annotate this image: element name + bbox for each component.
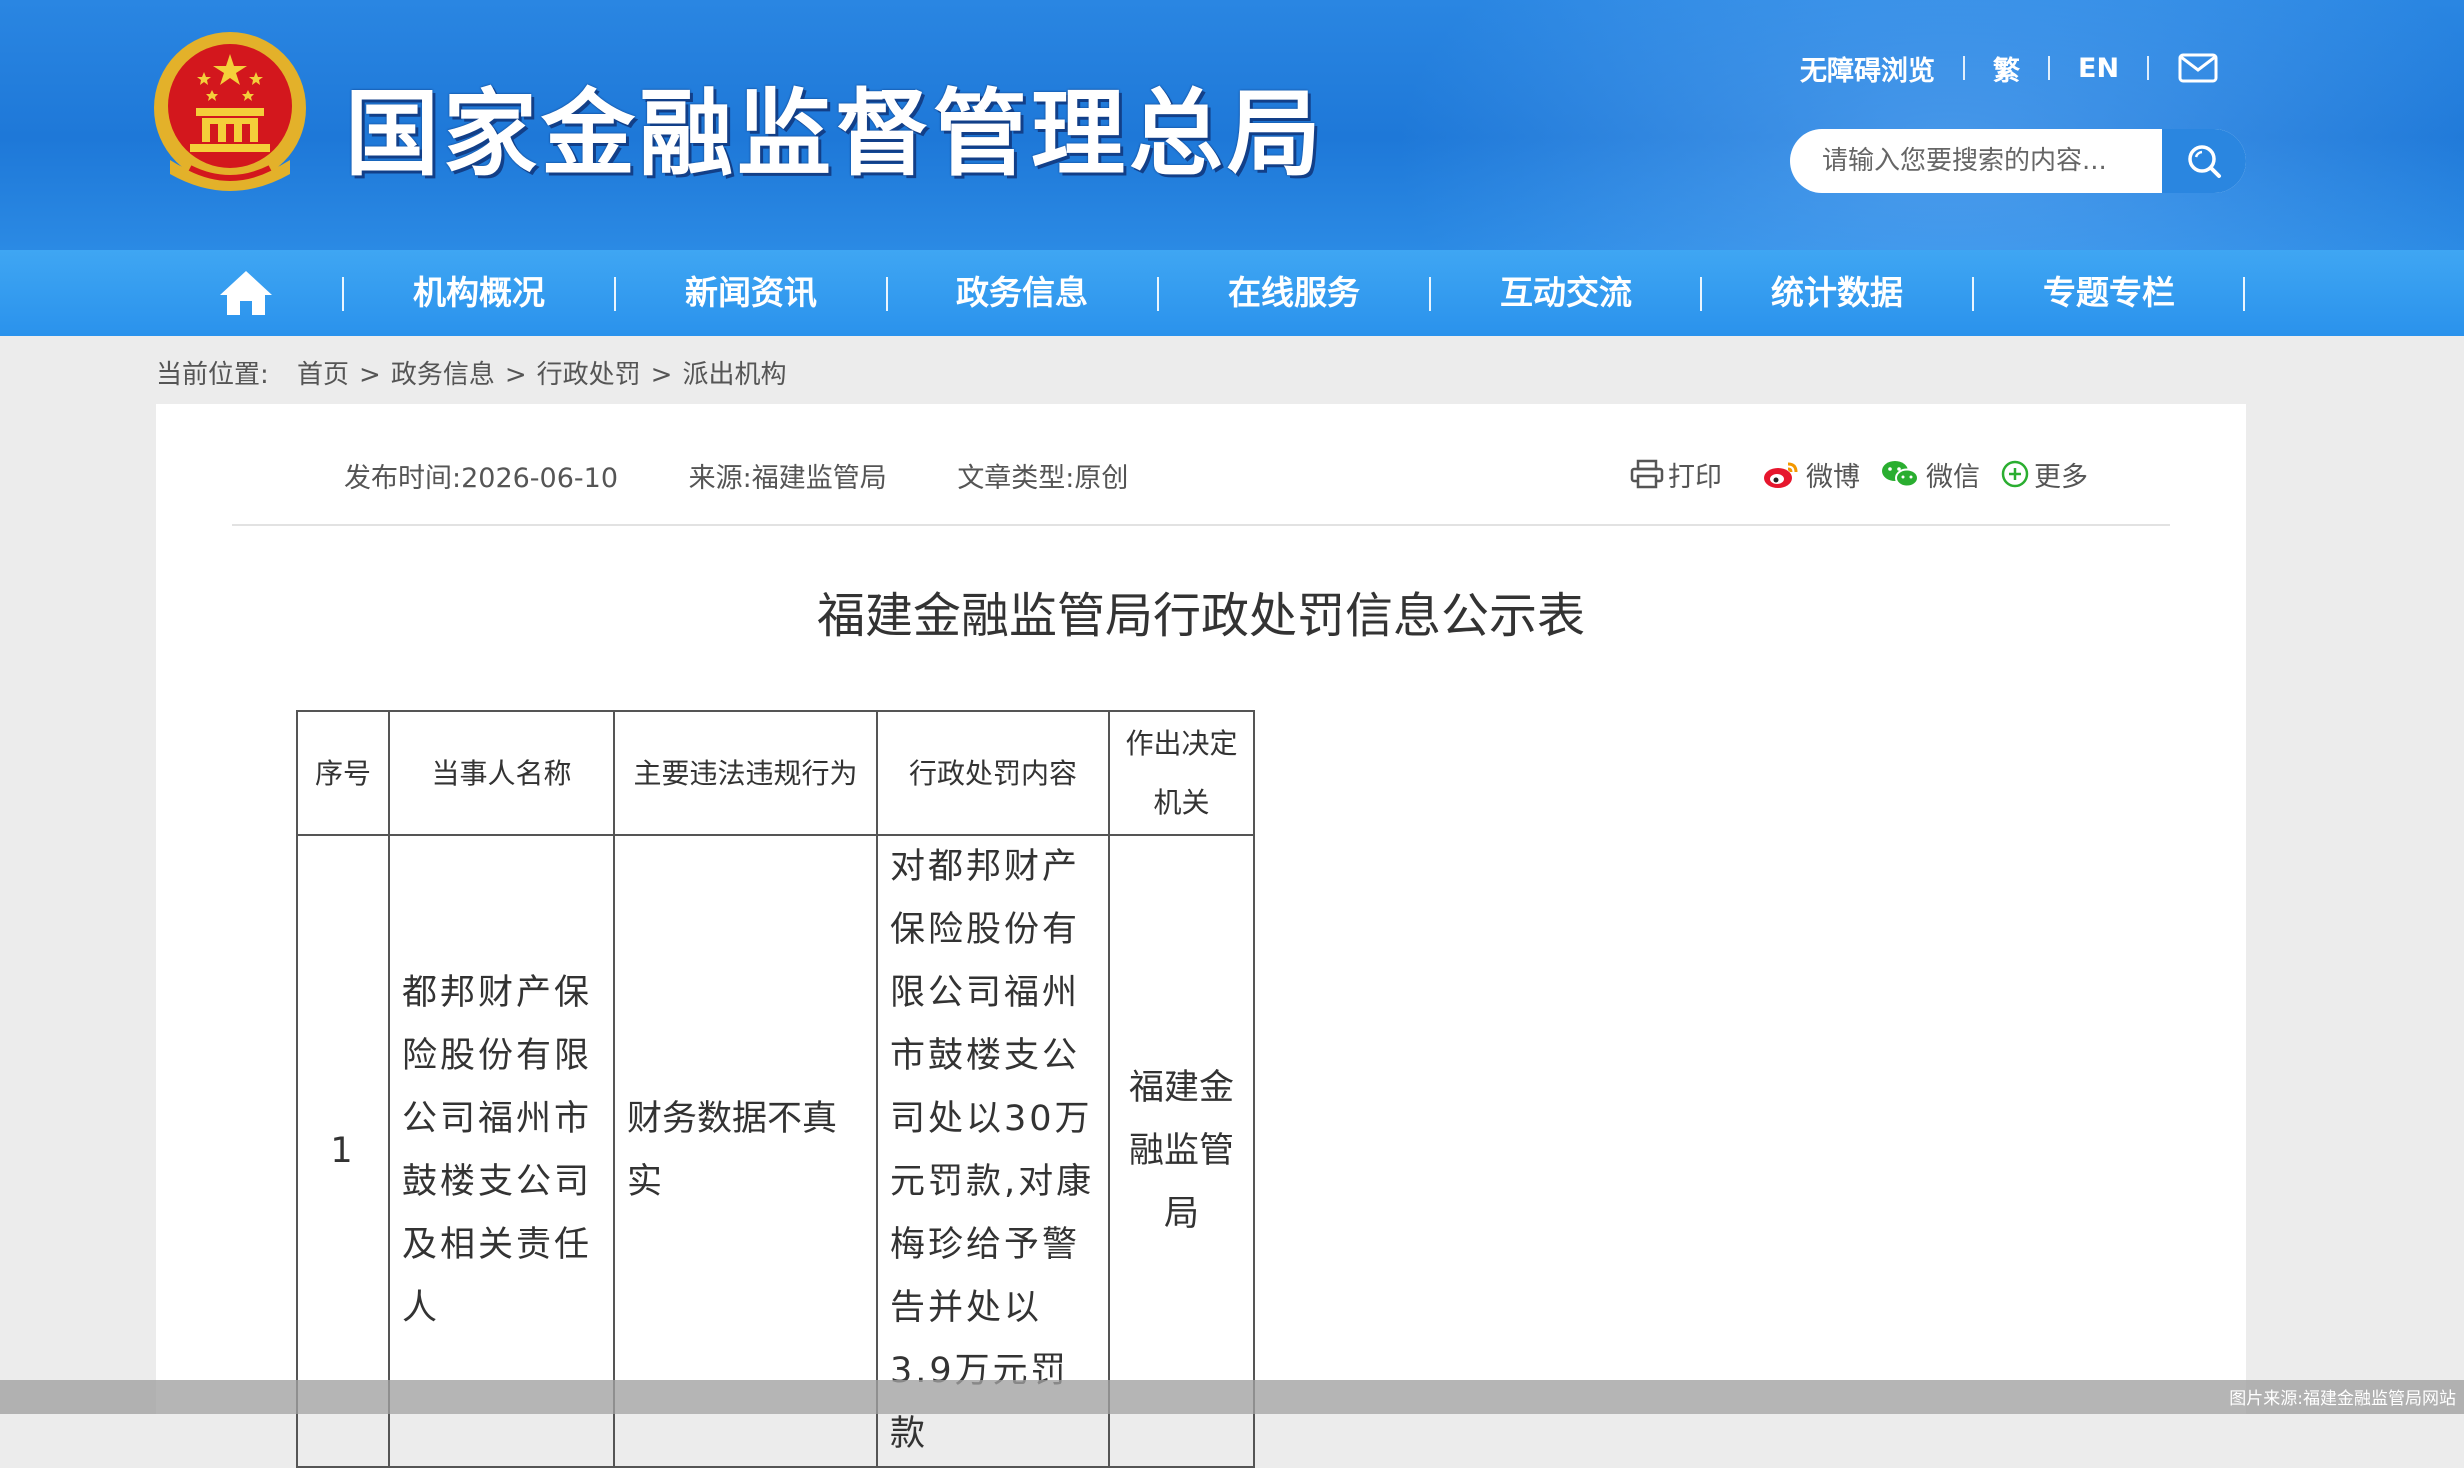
breadcrumb-separator: > — [359, 360, 381, 390]
national-emblem-icon[interactable] — [150, 28, 310, 196]
cell-party: 都邦财产保险股份有限公司福州市鼓楼支公司及相关责任人 — [388, 834, 615, 1468]
nav-divider — [1972, 277, 1974, 311]
search-box — [1790, 129, 2246, 193]
print-button[interactable]: 打印 — [1630, 455, 1722, 494]
breadcrumb-home[interactable]: 首页 — [297, 360, 349, 390]
cell-authority: 福建金融监管局 — [1108, 834, 1255, 1468]
column-header-violation: 主要违法违规行为 — [613, 710, 878, 836]
site-header: 国家金融监督管理总局 无障碍浏览 繁 EN — [0, 0, 2464, 250]
article-meta: 发布时间:2026-06-10 来源:福建监管局 文章类型:原创 — [344, 456, 1190, 495]
breadcrumb: 当前位置: 首页 > 政务信息 > 行政处罚 > 派出机构 — [156, 354, 794, 391]
nav-divider — [2243, 277, 2245, 311]
search-icon — [2188, 145, 2221, 178]
wechat-label: 微信 — [1926, 461, 1980, 493]
site-title[interactable]: 国家金融监督管理总局 — [345, 58, 1325, 194]
breadcrumb-administrative-penalty[interactable]: 行政处罚 — [537, 360, 641, 390]
table-row: 1 都邦财产保险股份有限公司福州市鼓楼支公司及相关责任人 财务数据不真实 对都邦… — [296, 834, 1255, 1468]
header-glow — [1300, 0, 2464, 250]
share-bar: 打印 微博 微信 更多 — [1630, 454, 2106, 494]
nav-divider — [1157, 277, 1159, 311]
more-label: 更多 — [2034, 461, 2088, 493]
wechat-share-button[interactable]: 微信 — [1880, 455, 1980, 494]
printer-icon — [1630, 459, 1664, 489]
nav-divider — [1700, 277, 1702, 311]
home-icon[interactable] — [218, 269, 274, 317]
divider — [2048, 56, 2050, 80]
cell-index: 1 — [296, 834, 390, 1468]
article-card: 发布时间:2026-06-10 来源:福建监管局 文章类型:原创 打印 微博 微… — [156, 404, 2246, 1468]
traditional-chinese-link[interactable]: 繁 — [1993, 49, 2020, 88]
column-header-party: 当事人名称 — [388, 710, 615, 836]
divider — [1963, 56, 1965, 80]
nav-item-interaction[interactable]: 互动交流 — [1466, 250, 1666, 336]
breadcrumb-government-info[interactable]: 政务信息 — [391, 360, 495, 390]
weibo-share-button[interactable]: 微博 — [1762, 455, 1860, 494]
nav-divider — [342, 277, 344, 311]
nav-divider — [886, 277, 888, 311]
nav-item-about[interactable]: 机构概况 — [379, 250, 579, 336]
breadcrumb-label: 当前位置: — [156, 360, 269, 390]
nav-item-news[interactable]: 新闻资讯 — [651, 250, 851, 336]
weibo-icon — [1764, 462, 1798, 488]
column-header-authority: 作出决定机关 — [1108, 710, 1255, 836]
table-header-row: 序号 当事人名称 主要违法违规行为 行政处罚内容 作出决定机关 — [296, 710, 1255, 836]
weibo-label: 微博 — [1806, 461, 1860, 493]
breadcrumb-separator: > — [650, 360, 673, 390]
mail-icon[interactable] — [2177, 52, 2219, 84]
cell-penalty: 对都邦财产保险股份有限公司福州市鼓楼支公司处以30万元罚款,对康梅珍给予警告并处… — [876, 834, 1110, 1468]
main-nav: 机构概况 新闻资讯 政务信息 在线服务 互动交流 统计数据 专题专栏 — [0, 250, 2464, 336]
meta-divider — [232, 524, 2170, 526]
nav-divider — [1429, 277, 1431, 311]
nav-item-statistics[interactable]: 统计数据 — [1737, 250, 1937, 336]
print-label: 打印 — [1668, 461, 1722, 493]
nav-item-special-topics[interactable]: 专题专栏 — [2009, 250, 2209, 336]
column-header-penalty: 行政处罚内容 — [876, 710, 1110, 836]
nav-item-online-services[interactable]: 在线服务 — [1194, 250, 1394, 336]
plus-circle-icon — [2001, 460, 2029, 488]
divider — [2147, 56, 2150, 80]
cell-violation: 财务数据不真实 — [613, 834, 878, 1468]
wechat-icon — [1882, 461, 1919, 488]
column-header-index: 序号 — [296, 710, 390, 836]
nav-divider — [614, 277, 616, 311]
search-input[interactable] — [1790, 129, 2160, 193]
accessibility-link[interactable]: 无障碍浏览 — [1800, 49, 1935, 88]
english-link[interactable]: EN — [2078, 53, 2119, 84]
publish-time: 发布时间:2026-06-10 — [344, 463, 619, 494]
article-source: 来源:福建监管局 — [688, 463, 887, 494]
penalty-table: 序号 当事人名称 主要违法违规行为 行政处罚内容 作出决定机关 1 都邦财产保险… — [296, 710, 1255, 1468]
image-credit: 图片来源:福建金融监管局网站 — [2229, 1389, 2456, 1409]
image-credit-bar: 图片来源:福建金融监管局网站 — [0, 1380, 2464, 1414]
search-button[interactable] — [2162, 129, 2246, 193]
nav-item-government-info[interactable]: 政务信息 — [922, 250, 1122, 336]
article-type: 文章类型:原创 — [957, 463, 1129, 494]
document-title: 福建金融监管局行政处罚信息公示表 — [816, 588, 1585, 644]
more-share-button[interactable]: 更多 — [2000, 455, 2088, 494]
top-links: 无障碍浏览 繁 EN — [1800, 48, 2219, 88]
breadcrumb-dispatched-institutions[interactable]: 派出机构 — [682, 360, 786, 390]
breadcrumb-separator: > — [504, 360, 527, 390]
